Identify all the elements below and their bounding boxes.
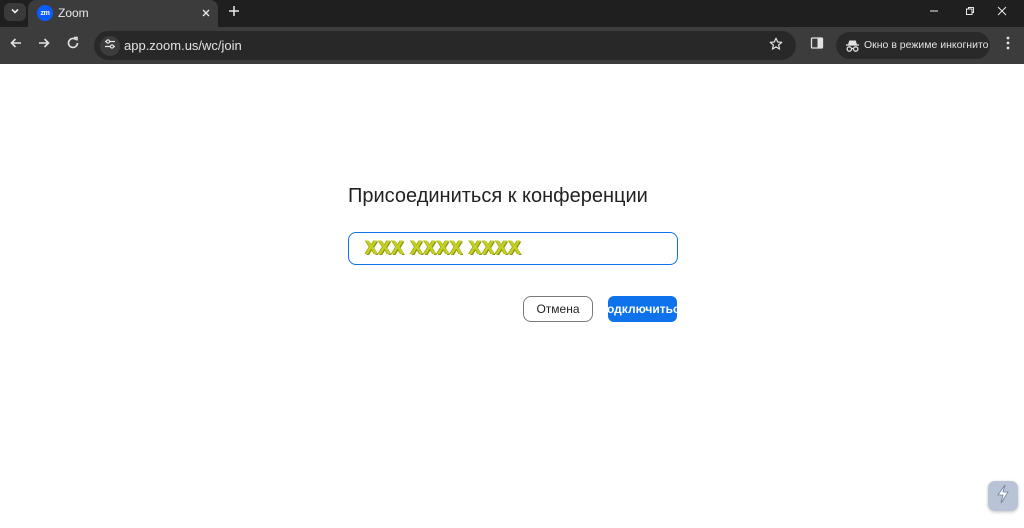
- incognito-indicator[interactable]: Окно в режиме инкогнито: [836, 32, 990, 59]
- site-info-button[interactable]: [100, 36, 120, 56]
- zoom-favicon: zm: [37, 5, 53, 21]
- restore-icon: [965, 3, 975, 21]
- tune-icon: [104, 37, 116, 55]
- plus-icon: [228, 4, 240, 22]
- star-icon: [769, 37, 783, 56]
- minimize-button[interactable]: [914, 0, 954, 24]
- incognito-label: Окно в режиме инкогнито: [864, 39, 989, 51]
- page-content: Присоединиться к конференции Отмена Подк…: [0, 64, 1024, 528]
- side-panel-icon: [810, 36, 824, 55]
- arrow-left-icon: [9, 36, 23, 55]
- close-window-button[interactable]: [982, 0, 1022, 24]
- tab-search-button[interactable]: [4, 3, 26, 21]
- close-icon: [997, 3, 1007, 21]
- minimize-icon: [929, 3, 939, 21]
- browser-tab-strip: zm Zoom: [0, 0, 1024, 27]
- browser-menu-button[interactable]: [998, 35, 1018, 55]
- address-bar[interactable]: app.zoom.us/wc/join: [94, 31, 796, 60]
- page-title: Присоединиться к конференции: [348, 185, 648, 207]
- kebab-menu-icon: [1006, 36, 1010, 55]
- incognito-icon: [844, 38, 860, 54]
- join-button[interactable]: Подключиться: [608, 296, 677, 322]
- reload-icon: [66, 36, 80, 55]
- close-icon[interactable]: [198, 5, 214, 21]
- chevron-down-icon: [10, 3, 20, 21]
- browser-tab-zoom[interactable]: zm Zoom: [28, 0, 218, 27]
- tab-title: Zoom: [58, 6, 89, 20]
- browser-toolbar: app.zoom.us/wc/join Окно в режиме инкогн…: [0, 27, 1024, 64]
- back-button[interactable]: [6, 35, 26, 55]
- reload-button[interactable]: [63, 35, 83, 55]
- extension-widget[interactable]: [988, 481, 1018, 511]
- new-tab-button[interactable]: [224, 3, 244, 23]
- forward-button[interactable]: [34, 35, 54, 55]
- lightning-icon: [995, 484, 1011, 509]
- bookmark-button[interactable]: [766, 36, 786, 56]
- url-text[interactable]: app.zoom.us/wc/join: [124, 38, 242, 53]
- side-panel-button[interactable]: [807, 35, 827, 55]
- arrow-right-icon: [37, 36, 51, 55]
- meeting-id-input[interactable]: [348, 232, 678, 265]
- cancel-button[interactable]: Отмена: [523, 296, 593, 322]
